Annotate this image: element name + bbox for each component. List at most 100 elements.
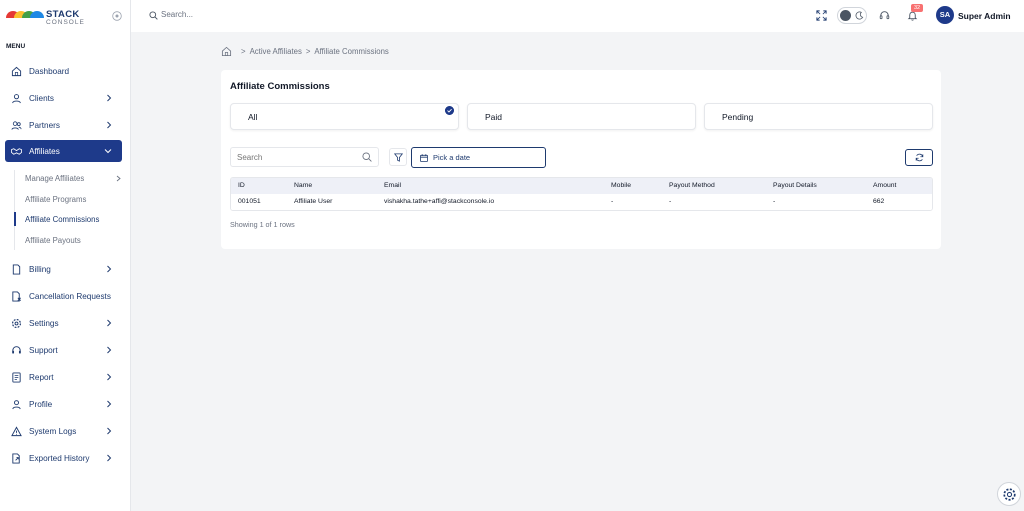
report-icon: [12, 371, 21, 383]
sidebar-subitem-manage-affiliates[interactable]: Manage Affiliates: [25, 174, 121, 183]
moon-icon: [855, 11, 864, 20]
sidebar-item-label: Clients: [29, 93, 55, 103]
column-header-amount[interactable]: Amount: [873, 182, 896, 189]
sidebar-item-label: Report: [29, 372, 54, 382]
notification-badge: 32: [911, 4, 923, 12]
breadcrumb: > Active Affiliates > Affiliate Commissi…: [221, 46, 389, 57]
sidebar-item-label: Billing: [29, 264, 51, 274]
sidebar-item-label: System Logs: [29, 426, 77, 436]
sidebar-item-system-logs[interactable]: System Logs: [5, 420, 122, 442]
chevron-down-icon: [104, 149, 112, 154]
chevron-right-icon: [107, 454, 112, 462]
stack-console-logo[interactable]: STACK CONSOLE: [6, 6, 116, 30]
date-placeholder: Pick a date: [433, 153, 471, 162]
chevron-right-icon: [116, 175, 121, 182]
theme-toggle[interactable]: [837, 7, 867, 24]
sidebar-item-cancellation-requests[interactable]: Cancellation Requests: [5, 285, 122, 307]
collapse-sidebar-icon[interactable]: [112, 11, 122, 21]
cell-email: vishakha.tathe+affi@stackconsole.io: [384, 198, 495, 205]
date-picker-button[interactable]: Pick a date: [411, 147, 546, 168]
brand-sub: CONSOLE: [46, 19, 85, 26]
sidebar-item-label: Support: [29, 345, 58, 355]
search-icon[interactable]: [149, 11, 158, 20]
sidebar-subitem-affiliate-commissions[interactable]: Affiliate Commissions: [25, 215, 99, 224]
user-name[interactable]: Super Admin: [958, 11, 1011, 21]
sidebar-item-report[interactable]: Report: [5, 366, 122, 388]
tab-pending[interactable]: Pending: [704, 103, 933, 130]
column-header-name[interactable]: Name: [294, 182, 312, 189]
chevron-right-icon: [107, 94, 112, 102]
filter-button[interactable]: [389, 148, 407, 166]
settings-fab-button[interactable]: [997, 482, 1021, 506]
tab-label: Pending: [722, 112, 754, 122]
sidebar-subitem-affiliate-programs[interactable]: Affiliate Programs: [25, 195, 86, 204]
export-icon: [12, 452, 20, 464]
sidebar-item-dashboard[interactable]: Dashboard: [5, 60, 122, 82]
warning-icon: [11, 425, 22, 436]
cell-mobile: -: [611, 198, 614, 205]
breadcrumb-current: Affiliate Commissions: [314, 47, 389, 56]
submenu-active-indicator: [14, 212, 16, 226]
global-search-input[interactable]: Search...: [161, 10, 193, 19]
sidebar-item-label: Cancellation Requests: [29, 291, 111, 301]
file-icon: [12, 263, 21, 275]
tab-paid[interactable]: Paid: [467, 103, 696, 130]
gear-icon: [11, 318, 22, 328]
search-icon: [362, 152, 372, 162]
headset-icon[interactable]: [879, 10, 890, 21]
breadcrumb-link-active-affiliates[interactable]: Active Affiliates: [250, 47, 302, 56]
refresh-button[interactable]: [905, 149, 933, 166]
fullscreen-icon[interactable]: [816, 10, 827, 21]
sidebar-item-label: Dashboard: [29, 66, 70, 76]
cell-id: 001051: [238, 198, 261, 205]
column-header-payout-details[interactable]: Payout Details: [773, 182, 817, 189]
sidebar-item-partners[interactable]: Partners: [5, 114, 122, 136]
sidebar-item-label: Profile: [29, 399, 53, 409]
sidebar-item-label: Settings: [29, 318, 59, 328]
gear-icon: [1003, 488, 1016, 501]
sidebar-subitem-label: Affiliate Programs: [25, 195, 87, 204]
sidebar-item-settings[interactable]: Settings: [5, 312, 122, 334]
sidebar-item-clients[interactable]: Clients: [5, 87, 122, 109]
filter-icon: [394, 153, 403, 162]
sidebar-item-exported-history[interactable]: Exported History: [5, 447, 122, 469]
home-icon[interactable]: [221, 46, 232, 57]
users-icon: [11, 120, 22, 130]
cell-payout-method: -: [669, 198, 672, 205]
column-header-mobile[interactable]: Mobile: [611, 182, 631, 189]
table-row[interactable]: 001051 Affiliate User vishakha.tathe+aff…: [231, 194, 932, 210]
breadcrumb-separator: >: [305, 47, 311, 56]
column-header-payout-method[interactable]: Payout Method: [669, 182, 715, 189]
sidebar-subitem-affiliate-payouts[interactable]: Affiliate Payouts: [25, 236, 81, 245]
row-count-text: Showing 1 of 1 rows: [230, 220, 295, 229]
column-header-email[interactable]: Email: [384, 182, 401, 189]
page-title: Affiliate Commissions: [230, 81, 330, 92]
calendar-icon: [420, 154, 428, 162]
chevron-right-icon: [107, 319, 112, 327]
avatar[interactable]: SA: [936, 6, 954, 24]
cell-name: Affiliate User: [294, 198, 333, 205]
column-header-id[interactable]: ID: [238, 182, 245, 189]
sidebar-item-label: Partners: [29, 120, 60, 130]
breadcrumb-separator: >: [241, 47, 246, 56]
sidebar-item-support[interactable]: Support: [5, 339, 122, 361]
refresh-icon: [915, 153, 924, 162]
table-search-input[interactable]: [230, 147, 379, 167]
sidebar-item-billing[interactable]: Billing: [5, 258, 122, 280]
sidebar-item-profile[interactable]: Profile: [5, 393, 122, 415]
submenu-line: [14, 170, 15, 250]
sidebar-subitem-label: Affiliate Payouts: [25, 236, 81, 245]
table-header-row: ID Name Email Mobile Payout Method Payou…: [231, 178, 932, 194]
menu-label: MENU: [6, 43, 26, 50]
chevron-right-icon: [107, 265, 112, 273]
logo-mark-icon: [6, 11, 46, 28]
sidebar-subitem-label: Affiliate Commissions: [25, 215, 100, 224]
check-circle-icon: [445, 106, 454, 115]
cell-payout-details: -: [773, 198, 776, 205]
sidebar-item-affiliates[interactable]: Affiliates: [5, 140, 122, 162]
handshake-icon: [11, 147, 22, 155]
tab-all[interactable]: All: [230, 103, 459, 130]
commissions-table: ID Name Email Mobile Payout Method Payou…: [230, 177, 933, 211]
sidebar-subitem-label: Manage Affiliates: [25, 174, 85, 183]
tab-label: Paid: [485, 112, 503, 122]
